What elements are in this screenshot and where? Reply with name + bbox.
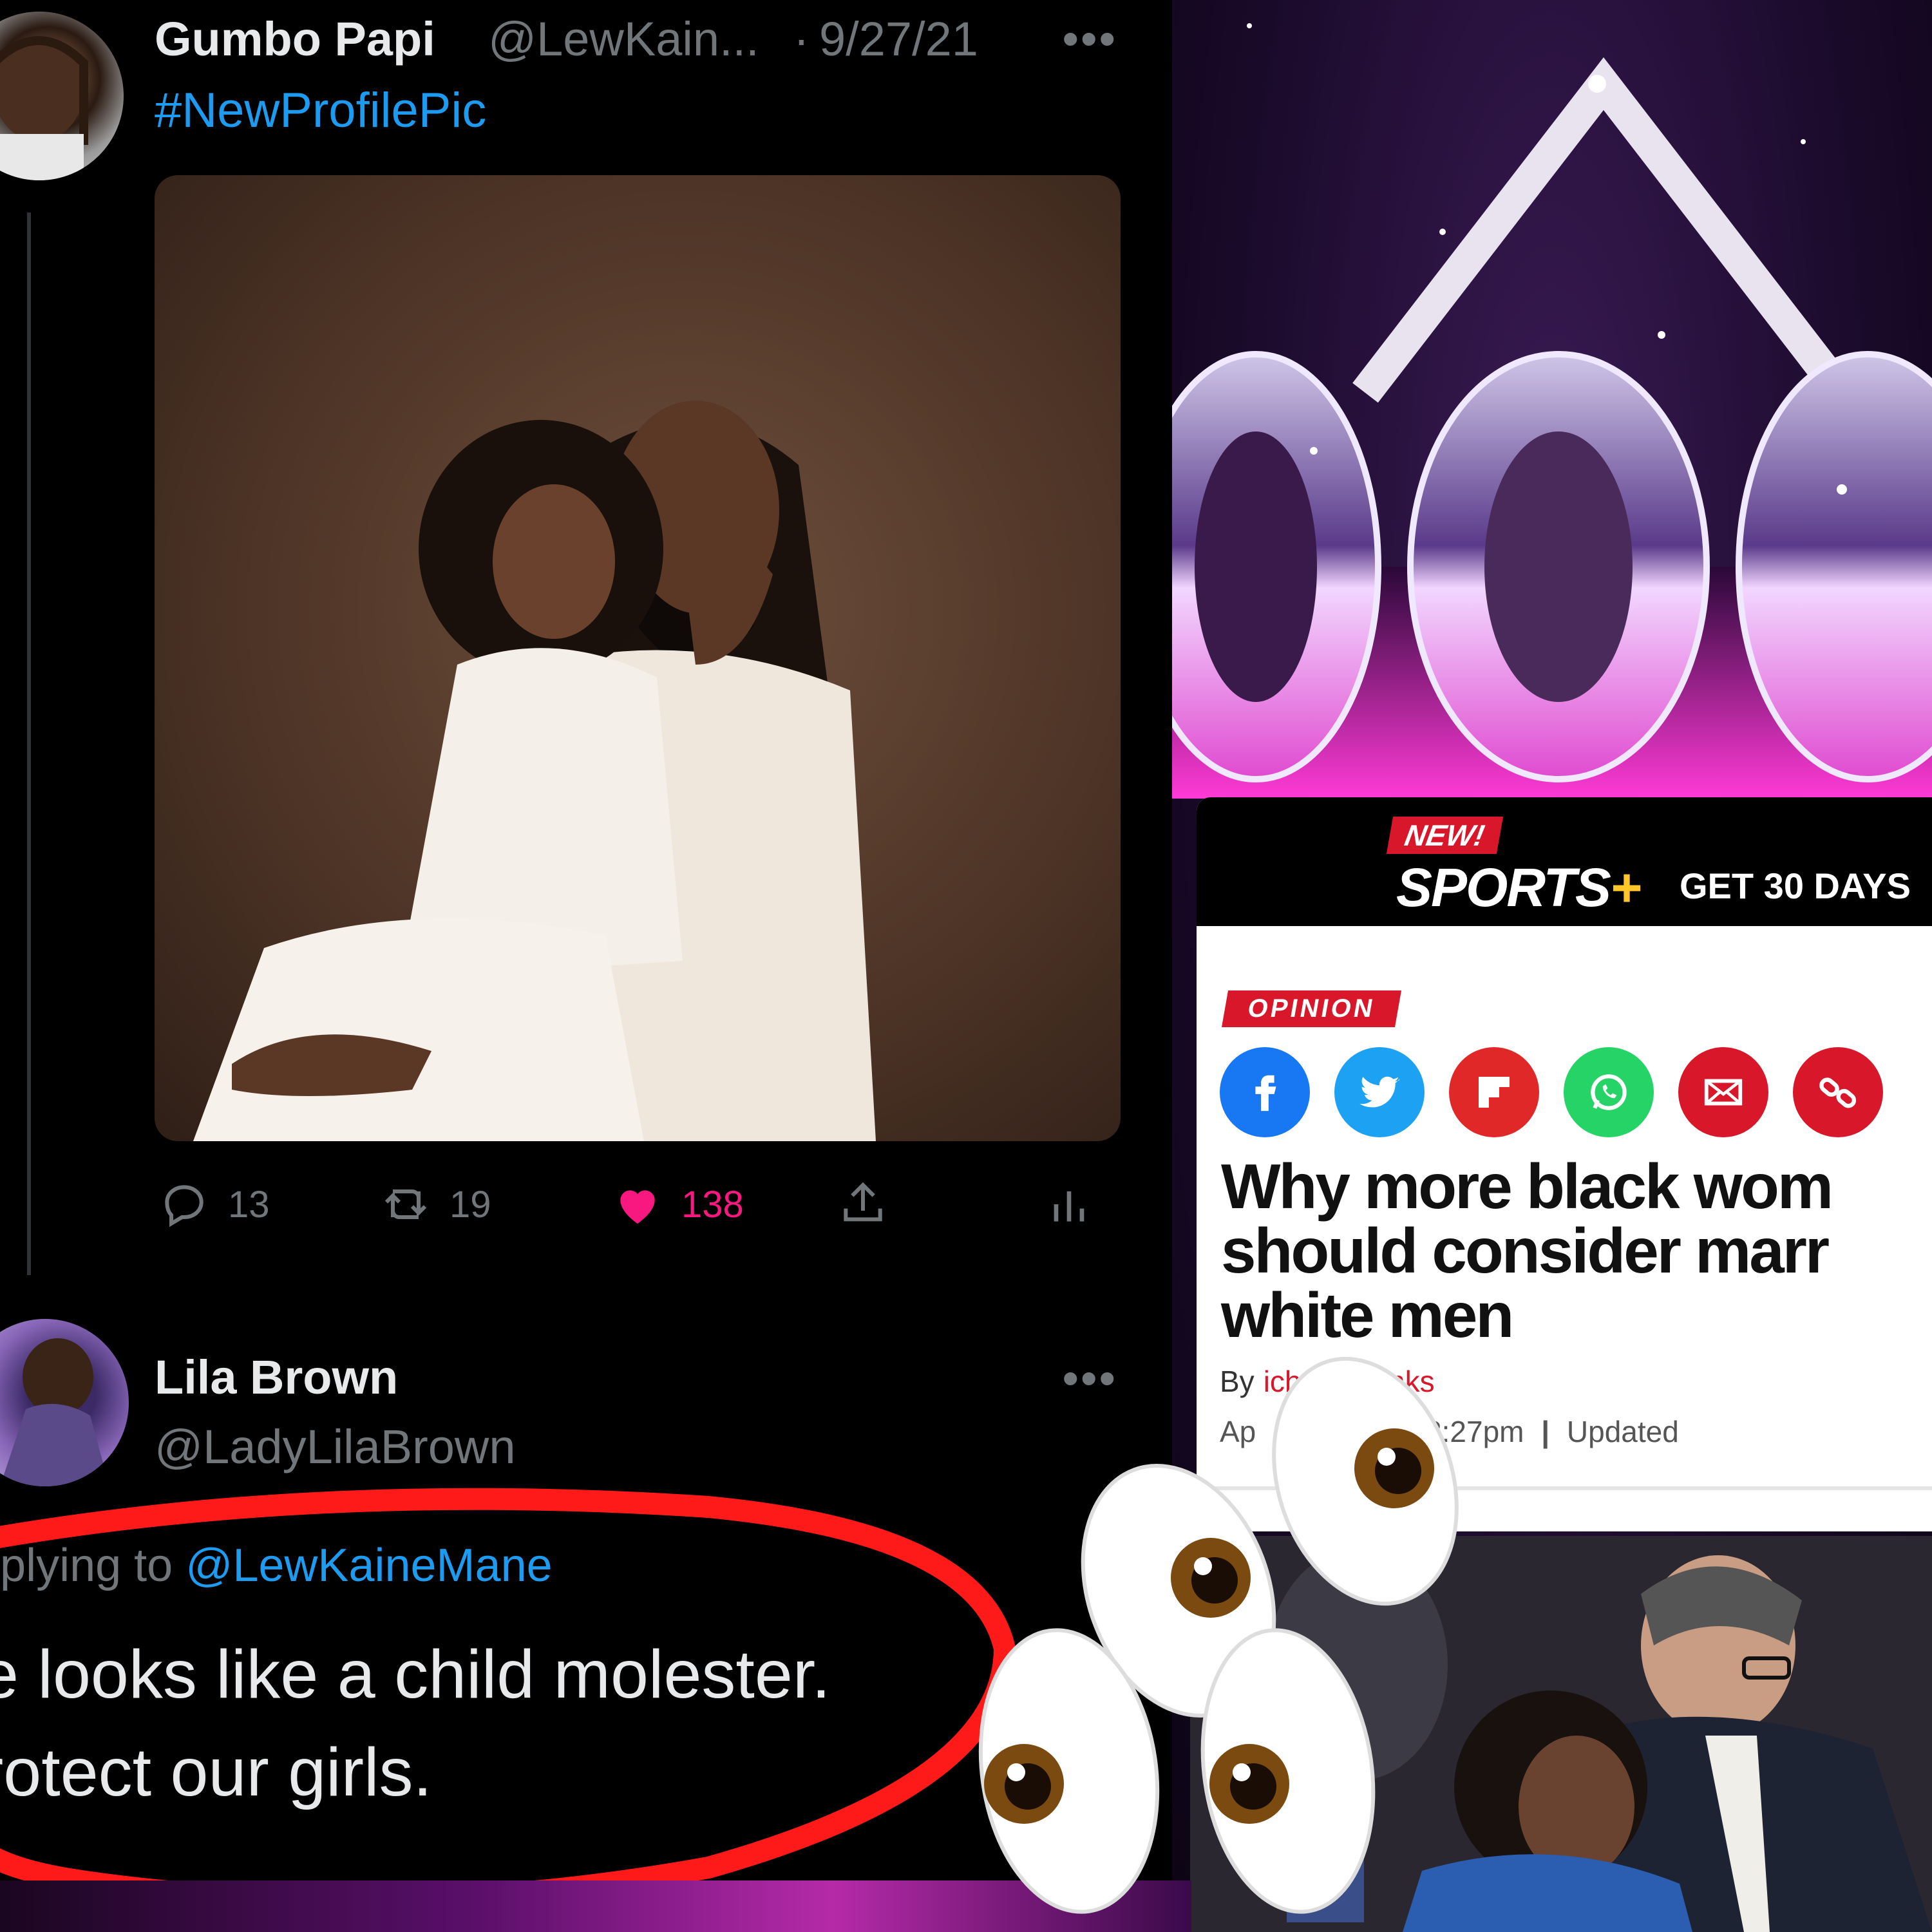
article-headline-line-1[interactable]: Why more black wom xyxy=(1221,1150,1833,1223)
share-icon xyxy=(844,1182,882,1222)
reply-icon xyxy=(165,1185,204,1227)
facebook-share-button[interactable] xyxy=(1220,1047,1310,1137)
sports-brand: SPORTS xyxy=(1396,857,1611,918)
author-name[interactable]: Gumbo Papi xyxy=(155,12,435,66)
article-headline-line-2[interactable]: should consider marr xyxy=(1221,1215,1830,1287)
tweet-date[interactable]: 9/27/21 xyxy=(819,12,978,66)
flipboard-icon xyxy=(1479,1077,1510,1108)
reply-author-handle[interactable]: @LadyLilaBrown xyxy=(155,1419,516,1474)
link-icon xyxy=(1819,1077,1857,1108)
sports-plus-sign: + xyxy=(1609,857,1642,918)
opinion-section-badge[interactable]: OPINION xyxy=(1221,990,1401,1027)
copy-link-button[interactable] xyxy=(1793,1047,1883,1137)
red-circle-annotation xyxy=(0,1488,1016,1911)
share-button[interactable] xyxy=(837,1179,889,1230)
author-avatar[interactable] xyxy=(0,12,124,180)
reply-button[interactable]: 13 xyxy=(158,1179,270,1230)
like-count: 138 xyxy=(681,1183,744,1226)
analytics-icon xyxy=(1054,1191,1084,1222)
twitter-icon xyxy=(1359,1076,1399,1108)
author-handle[interactable]: @LewKain... xyxy=(488,12,759,66)
email-icon xyxy=(1704,1079,1743,1106)
whatsapp-icon xyxy=(1591,1074,1627,1110)
flipboard-share-button[interactable] xyxy=(1449,1047,1539,1137)
facebook-icon xyxy=(1255,1075,1276,1112)
reply-author-name[interactable]: Lila Brown xyxy=(155,1350,398,1405)
more-options-icon[interactable]: ••• xyxy=(1063,13,1118,64)
whatsapp-share-button[interactable] xyxy=(1564,1047,1654,1137)
promo-text[interactable]: GET 30 DAYS xyxy=(1680,865,1911,907)
reply-author-avatar[interactable] xyxy=(0,1319,129,1486)
like-button[interactable]: 138 xyxy=(612,1179,744,1230)
twitter-share-button[interactable] xyxy=(1334,1047,1425,1137)
reply-count: 13 xyxy=(228,1183,270,1226)
retweet-icon xyxy=(384,1189,427,1219)
retweet-count: 19 xyxy=(450,1183,491,1226)
meta-separator: · xyxy=(793,12,810,66)
reply-more-options-icon[interactable]: ••• xyxy=(1063,1352,1118,1404)
eyes-emoji xyxy=(978,1628,1160,1914)
email-share-button[interactable] xyxy=(1678,1047,1768,1137)
article-promo-header: NEW! SPORTS+ GET 30 DAYS xyxy=(1197,797,1932,926)
sports-plus-logo[interactable]: SPORTS+ xyxy=(1396,857,1642,919)
new-badge: NEW! xyxy=(1386,817,1503,854)
retweet-button[interactable]: 19 xyxy=(380,1179,491,1230)
heart-icon xyxy=(620,1190,655,1224)
tweet-hashtag[interactable]: #NewProfilePic xyxy=(155,82,486,138)
eyes-emoji xyxy=(1272,1356,1459,1606)
tweet-photo[interactable] xyxy=(155,175,1121,1141)
thread-connector-line xyxy=(27,213,31,1275)
eyes-emoji xyxy=(1200,1628,1376,1914)
updated-label: Updated xyxy=(1566,1415,1679,1448)
date-separator: | xyxy=(1541,1415,1550,1448)
analytics-button[interactable] xyxy=(1043,1179,1095,1230)
byline-prefix: By xyxy=(1220,1365,1255,1398)
